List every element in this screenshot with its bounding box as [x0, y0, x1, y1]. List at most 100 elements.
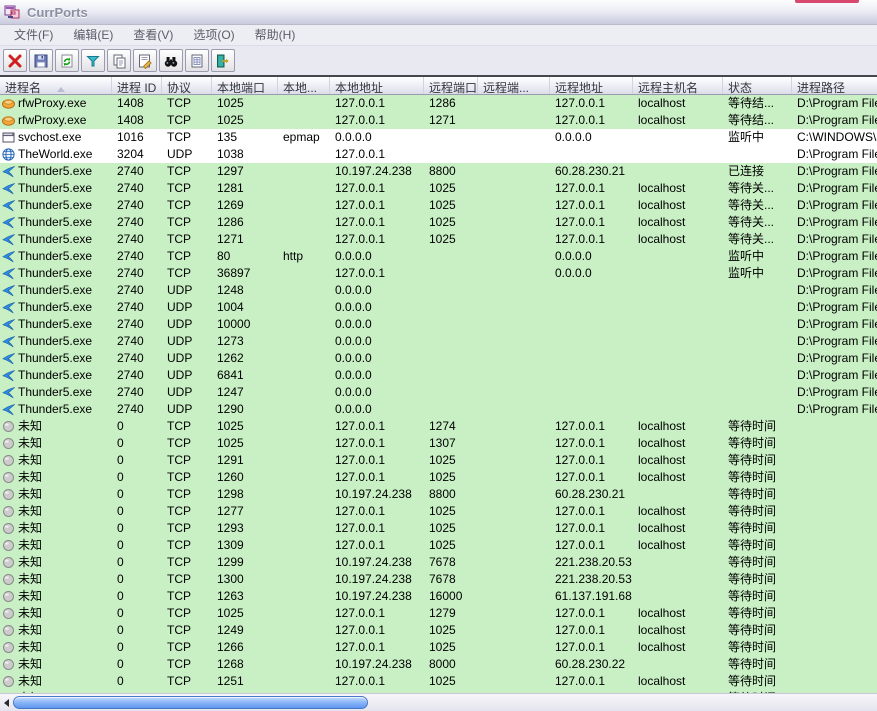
table-row[interactable]: Thunder5.exe2740UDP12480.0.0.0D:\Program…: [0, 282, 877, 299]
column-header-5[interactable]: 本地地址: [330, 77, 424, 94]
table-row[interactable]: 未知0TCP1277127.0.0.11025127.0.0.1localhos…: [0, 503, 877, 520]
table-cell: [792, 537, 877, 554]
table-cell: 1025: [212, 435, 278, 452]
column-header-3[interactable]: 本地端口: [212, 77, 278, 94]
table-row[interactable]: Thunder5.exe2740UDP100000.0.0.0D:\Progra…: [0, 316, 877, 333]
table-row[interactable]: Thunder5.exe2740TCP36897127.0.0.10.0.0.0…: [0, 265, 877, 282]
table-row[interactable]: Thunder5.exe2740UDP12900.0.0.0D:\Program…: [0, 401, 877, 418]
column-header-11[interactable]: 进程路径: [792, 77, 877, 94]
table-cell: 127.0.0.1: [330, 112, 424, 129]
table-cell: [633, 282, 723, 299]
column-header-8[interactable]: 远程地址: [550, 77, 633, 94]
table-cell: UDP: [162, 316, 212, 333]
table-row[interactable]: Thunder5.exe2740UDP68410.0.0.0D:\Program…: [0, 367, 877, 384]
thunder-icon: [2, 182, 15, 195]
connections-table: rfwProxy.exe1408TCP1025127.0.0.11286127.…: [0, 95, 877, 693]
refresh-button[interactable]: [55, 49, 79, 72]
table-cell: 1293: [212, 520, 278, 537]
column-header-4[interactable]: 本地...: [278, 77, 330, 94]
table-cell: 等待时间: [723, 656, 792, 673]
table-cell: [792, 656, 877, 673]
column-header-7[interactable]: 远程端...: [478, 77, 550, 94]
table-row[interactable]: TheWorld.exe3204UDP1038127.0.0.1D:\Progr…: [0, 146, 877, 163]
table-row[interactable]: Thunder5.exe2740UDP12470.0.0.0D:\Program…: [0, 384, 877, 401]
menu-item-help[interactable]: 帮助(H): [245, 24, 306, 46]
rfwproxy-icon: [2, 114, 15, 127]
table-cell: 127.0.0.1: [330, 265, 424, 282]
table-cell: 10.197.24.238: [330, 656, 424, 673]
table-cell: [278, 316, 330, 333]
table-row[interactable]: 未知0TCP126810.197.24.238800060.28.230.22等…: [0, 656, 877, 673]
copy-button[interactable]: [107, 49, 131, 72]
close-port-button[interactable]: [3, 49, 27, 72]
table-cell: 1025: [424, 214, 478, 231]
find-button[interactable]: [159, 49, 183, 72]
menu-item-file[interactable]: 文件(F): [4, 24, 63, 46]
table-row[interactable]: Thunder5.exe2740TCP1271127.0.0.11025127.…: [0, 231, 877, 248]
table-cell: D:\Program Files: [792, 350, 877, 367]
red-x-icon: [7, 53, 23, 69]
table-row[interactable]: 未知0TCP1309127.0.0.11025127.0.0.1localhos…: [0, 537, 877, 554]
table-cell: [278, 469, 330, 486]
save-button[interactable]: [29, 49, 53, 72]
table-cell: 127.0.0.1: [330, 520, 424, 537]
table-cell: 16000: [424, 588, 478, 605]
table-row[interactable]: 未知0TCP1249127.0.0.11025127.0.0.1localhos…: [0, 622, 877, 639]
table-cell: 1025: [424, 622, 478, 639]
column-header-9[interactable]: 远程主机名: [633, 77, 723, 94]
table-cell: 127.0.0.1: [330, 180, 424, 197]
table-cell: 等待时间: [723, 520, 792, 537]
table-row[interactable]: Thunder5.exe2740TCP1269127.0.0.11025127.…: [0, 197, 877, 214]
table-cell: UDP: [162, 333, 212, 350]
menu-item-view[interactable]: 查看(V): [123, 24, 183, 46]
table-row[interactable]: 未知0TCP1025127.0.0.11274127.0.0.1localhos…: [0, 418, 877, 435]
column-header-6[interactable]: 远程端口: [424, 77, 478, 94]
table-row[interactable]: 未知0TCP129910.197.24.2387678221.238.20.53…: [0, 554, 877, 571]
properties-button[interactable]: [133, 49, 157, 72]
scroll-left-arrow-button[interactable]: [0, 695, 13, 711]
menu-item-edit[interactable]: 编辑(E): [63, 24, 123, 46]
table-cell: 61.137.191.68: [550, 588, 633, 605]
table-cell: 127.0.0.1: [330, 231, 424, 248]
table-row[interactable]: rfwProxy.exe1408TCP1025127.0.0.11286127.…: [0, 95, 877, 112]
table-row[interactable]: 未知0TCP1025127.0.0.11279127.0.0.1localhos…: [0, 605, 877, 622]
table-cell: [792, 469, 877, 486]
unknown-icon: [2, 675, 15, 688]
table-row[interactable]: 未知0TCP1266127.0.0.11025127.0.0.1localhos…: [0, 639, 877, 656]
horizontal-scrollbar-thumb[interactable]: [13, 696, 368, 709]
column-header-1[interactable]: 进程 ID: [112, 77, 162, 94]
table-cell: 6841: [212, 367, 278, 384]
column-header-2[interactable]: 协议: [162, 77, 212, 94]
window-control-fragment: [795, 0, 859, 3]
table-row[interactable]: 未知0TCP1291127.0.0.11025127.0.0.1localhos…: [0, 452, 877, 469]
table-row[interactable]: 未知0TCP1025127.0.0.11307127.0.0.1localhos…: [0, 435, 877, 452]
table-row[interactable]: Thunder5.exe2740UDP12620.0.0.0D:\Program…: [0, 350, 877, 367]
exit-button[interactable]: [211, 49, 235, 72]
process-name-cell: rfwProxy.exe: [0, 112, 112, 129]
report-button[interactable]: [185, 49, 209, 72]
table-row[interactable]: 未知0TCP126310.197.24.2381600061.137.191.6…: [0, 588, 877, 605]
menu-bar: 文件(F)编辑(E)查看(V)选项(O)帮助(H): [0, 25, 877, 46]
thunder-icon: [2, 335, 15, 348]
table-cell: 1271: [424, 112, 478, 129]
column-header-10[interactable]: 状态: [723, 77, 792, 94]
table-row[interactable]: 未知0TCP130010.197.24.2387678221.238.20.53…: [0, 571, 877, 588]
column-header-0[interactable]: 进程名: [0, 77, 112, 94]
menu-item-options[interactable]: 选项(O): [183, 24, 244, 46]
table-row[interactable]: Thunder5.exe2740UDP10040.0.0.0D:\Program…: [0, 299, 877, 316]
table-cell: 0.0.0.0: [330, 248, 424, 265]
table-row[interactable]: Thunder5.exe2740TCP1281127.0.0.11025127.…: [0, 180, 877, 197]
filter-button[interactable]: [81, 49, 105, 72]
table-cell: TCP: [162, 214, 212, 231]
table-row[interactable]: rfwProxy.exe1408TCP1025127.0.0.11271127.…: [0, 112, 877, 129]
table-row[interactable]: Thunder5.exe2740TCP129710.197.24.2388800…: [0, 163, 877, 180]
table-row[interactable]: 未知0TCP1293127.0.0.11025127.0.0.1localhos…: [0, 520, 877, 537]
table-row[interactable]: Thunder5.exe2740TCP1286127.0.0.11025127.…: [0, 214, 877, 231]
table-row[interactable]: svchost.exe1016TCP135epmap0.0.0.00.0.0.0…: [0, 129, 877, 146]
table-cell: D:\Program Files: [792, 401, 877, 418]
table-row[interactable]: Thunder5.exe2740TCP80http0.0.0.00.0.0.0监…: [0, 248, 877, 265]
table-row[interactable]: 未知0TCP1251127.0.0.11025127.0.0.1localhos…: [0, 673, 877, 690]
table-row[interactable]: 未知0TCP1260127.0.0.11025127.0.0.1localhos…: [0, 469, 877, 486]
table-row[interactable]: Thunder5.exe2740UDP12730.0.0.0D:\Program…: [0, 333, 877, 350]
table-row[interactable]: 未知0TCP129810.197.24.238880060.28.230.21等…: [0, 486, 877, 503]
